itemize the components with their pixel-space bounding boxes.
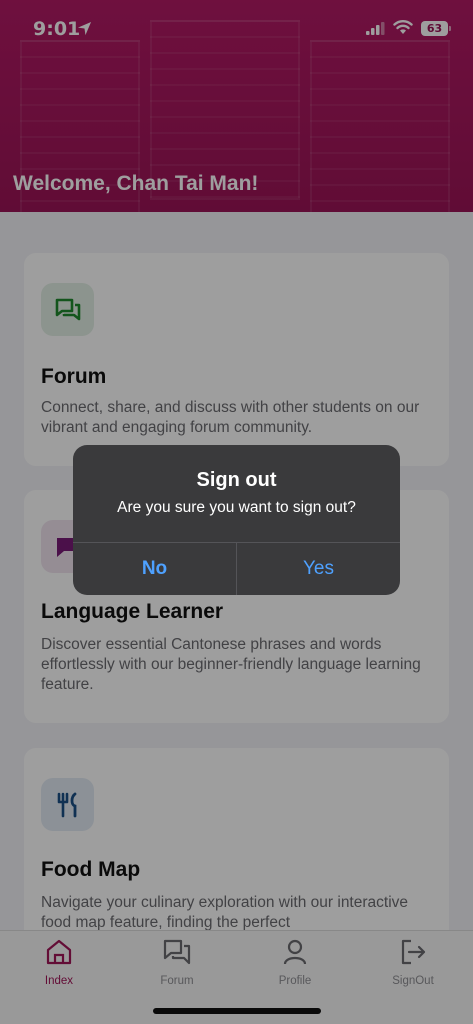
yes-button[interactable]: Yes [237, 543, 400, 595]
no-button[interactable]: No [73, 543, 236, 595]
sign-out-alert: Sign out Are you sure you want to sign o… [73, 445, 400, 595]
alert-message: Are you sure you want to sign out? [117, 499, 356, 516]
alert-title: Sign out [196, 469, 277, 491]
